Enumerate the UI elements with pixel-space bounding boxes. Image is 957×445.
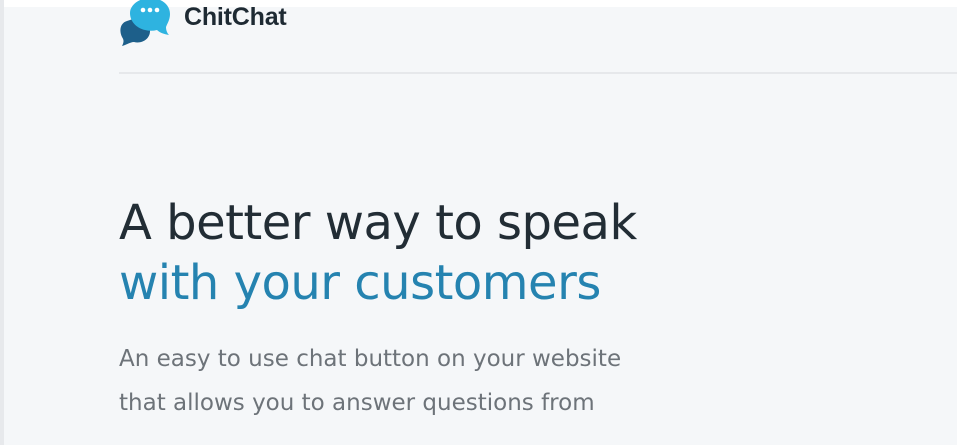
window-left-edge xyxy=(0,0,4,445)
hero-headline-accent: with your customers xyxy=(119,255,601,311)
hero-description: An easy to use chat button on your websi… xyxy=(119,337,879,425)
landing-page: ChitChat A better way to speak with your… xyxy=(0,0,957,445)
hero-section: A better way to speak with your customer… xyxy=(119,193,879,425)
site-header: ChitChat xyxy=(119,0,957,72)
hero-description-line-2: that allows you to answer questions from xyxy=(119,390,595,416)
brand-name[interactable]: ChitChat xyxy=(184,3,287,32)
hero-headline: A better way to speak xyxy=(119,195,637,251)
chat-bubble-icon[interactable] xyxy=(119,0,173,48)
header-divider xyxy=(119,72,957,74)
hero-description-line-1: An easy to use chat button on your websi… xyxy=(119,346,622,372)
